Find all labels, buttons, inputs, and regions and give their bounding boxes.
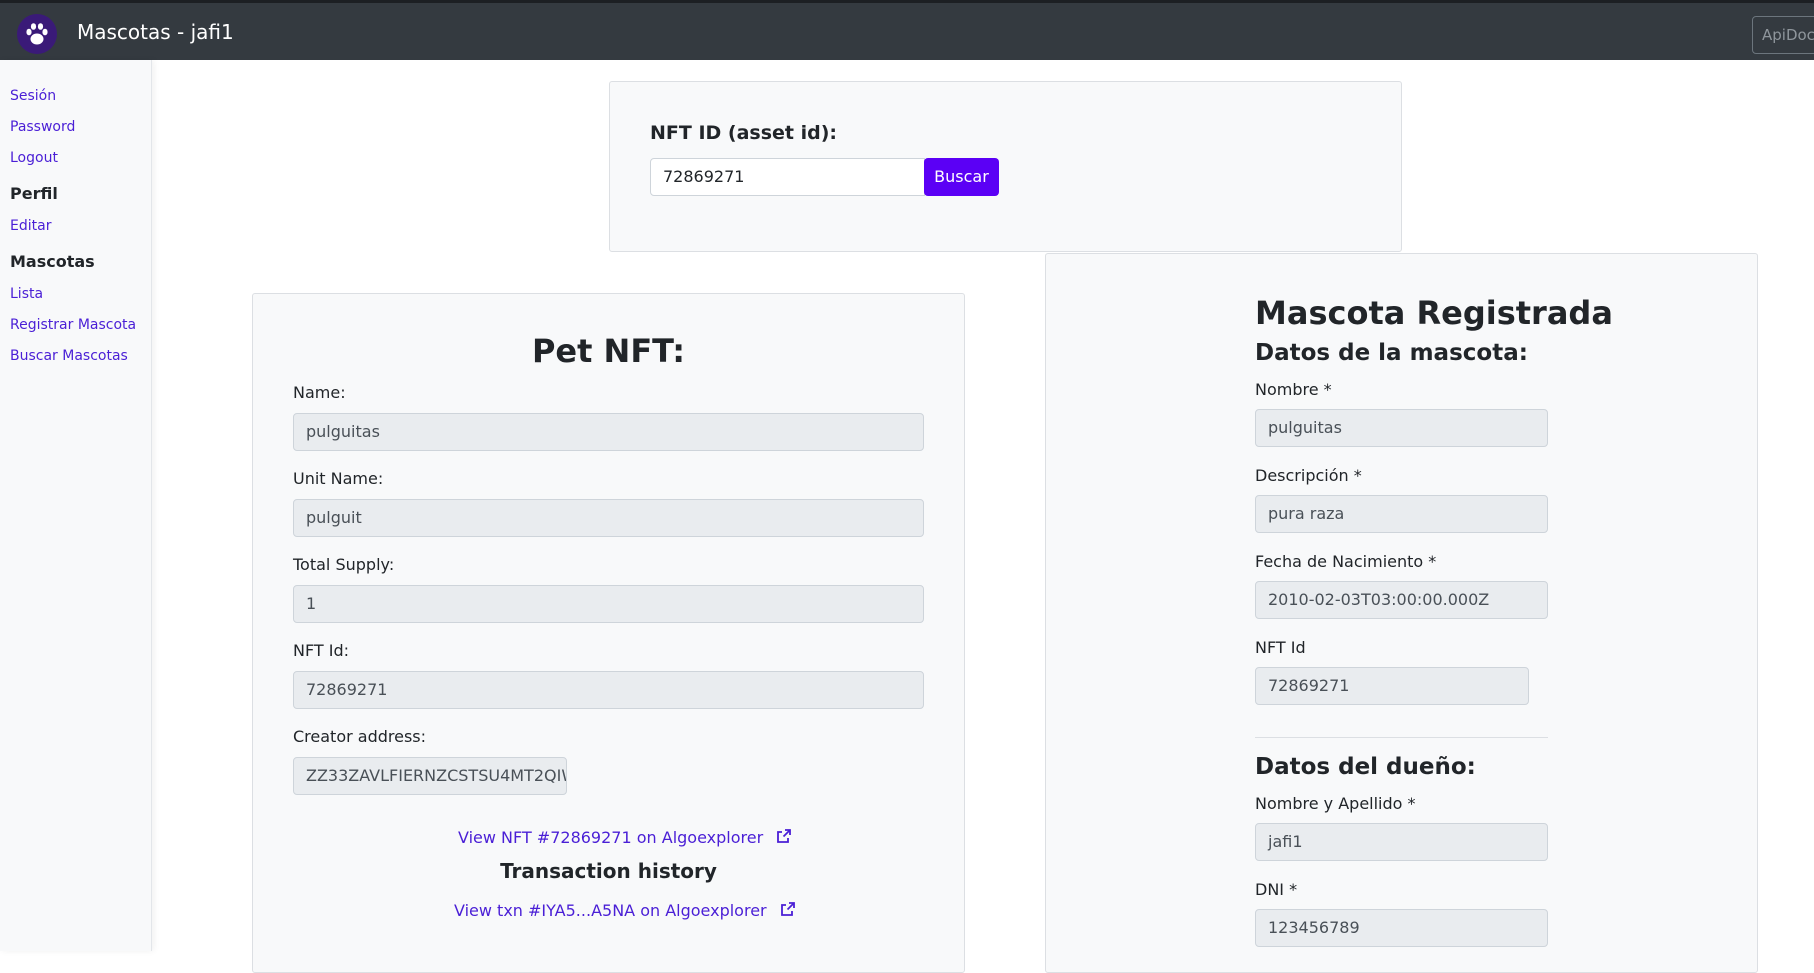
- descripcion-label: Descripción *: [1255, 466, 1362, 485]
- sidebar-item-sesion[interactable]: Sesión: [10, 88, 56, 104]
- owner-name-label: Nombre y Apellido *: [1255, 794, 1416, 813]
- apidoc-button[interactable]: ApiDoc: [1752, 16, 1814, 54]
- dni-label: DNI *: [1255, 880, 1298, 899]
- sidebar-heading-mascotas: Mascotas: [10, 252, 95, 271]
- nft-total-supply-field[interactable]: 1: [293, 585, 924, 623]
- sidebar-item-buscar-mascotas[interactable]: Buscar Mascotas: [10, 348, 128, 364]
- external-link-icon: [780, 902, 795, 916]
- nft-total-supply-label: Total Supply:: [293, 555, 395, 574]
- sidebar-item-password[interactable]: Password: [10, 119, 75, 135]
- nft-unit-name-label: Unit Name:: [293, 469, 384, 488]
- nombre-field[interactable]: pulguitas: [1255, 409, 1548, 447]
- section-divider: [1255, 737, 1548, 738]
- sidebar-item-registrar-mascota[interactable]: Registrar Mascota: [10, 317, 136, 333]
- view-txn-link-text[interactable]: View txn #IYA5...A5NA on Algoexplorer: [454, 901, 767, 920]
- app-title[interactable]: Mascotas - jafi1: [77, 20, 234, 44]
- fecha-nacimiento-label: Fecha de Nacimiento *: [1255, 552, 1437, 571]
- paw-logo-icon[interactable]: [17, 14, 57, 54]
- fecha-nacimiento-field[interactable]: 2010-02-03T03:00:00.000Z: [1255, 581, 1548, 619]
- search-button[interactable]: Buscar: [924, 158, 999, 196]
- pet-nft-title: Pet NFT:: [531, 332, 686, 370]
- pet-data-section-title: Datos de la mascota:: [1255, 340, 1528, 366]
- dni-field[interactable]: 123456789: [1255, 909, 1548, 947]
- nombre-label: Nombre *: [1255, 380, 1332, 399]
- registered-nft-id-field[interactable]: 72869271: [1255, 667, 1529, 705]
- creator-address-field[interactable]: ZZ33ZAVLFIERNZCSTSU4MT2QIWI: [293, 757, 567, 795]
- nft-name-field[interactable]: pulguitas: [293, 413, 924, 451]
- nft-unit-name-field[interactable]: pulguit: [293, 499, 924, 537]
- transaction-history-title: Transaction history: [500, 859, 717, 883]
- view-nft-link[interactable]: View NFT #72869271 on Algoexplorer: [458, 828, 792, 847]
- registered-nft-id-label: NFT Id: [1255, 638, 1306, 657]
- owner-data-section-title: Datos del dueño:: [1255, 754, 1476, 780]
- nft-name-label: Name:: [293, 383, 346, 402]
- top-navbar: Mascotas - jafi1 ApiDoc: [0, 0, 1814, 60]
- sidebar-heading-perfil: Perfil: [10, 184, 58, 203]
- search-label: NFT ID (asset id):: [650, 122, 838, 144]
- registered-pet-title: Mascota Registrada: [1255, 294, 1613, 332]
- creator-address-label: Creator address:: [293, 727, 427, 746]
- sidebar-item-editar[interactable]: Editar: [10, 218, 51, 234]
- external-link-icon: [777, 829, 792, 843]
- sidebar: Sesión Password Logout Perfil Editar Mas…: [0, 60, 152, 951]
- view-txn-link[interactable]: View txn #IYA5...A5NA on Algoexplorer: [454, 901, 796, 920]
- nft-id-search-input[interactable]: 72869271: [650, 158, 925, 196]
- sidebar-item-logout[interactable]: Logout: [10, 150, 58, 166]
- nft-id-field[interactable]: 72869271: [293, 671, 924, 709]
- view-nft-link-text[interactable]: View NFT #72869271 on Algoexplorer: [458, 828, 763, 847]
- descripcion-field[interactable]: pura raza: [1255, 495, 1548, 533]
- owner-name-field[interactable]: jafi1: [1255, 823, 1548, 861]
- nft-id-label: NFT Id:: [293, 641, 350, 660]
- sidebar-item-lista[interactable]: Lista: [10, 286, 43, 302]
